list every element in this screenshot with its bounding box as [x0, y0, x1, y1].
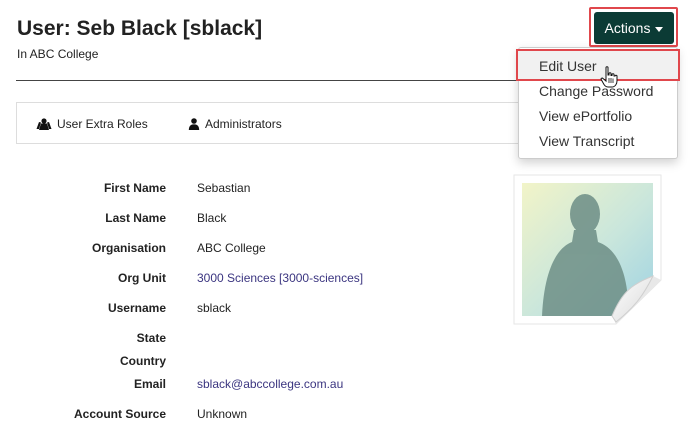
- profile-photo: [513, 174, 662, 325]
- field-label: Org Unit: [118, 271, 166, 285]
- user-extra-roles-icon: [36, 118, 52, 130]
- caret-down-icon: [655, 26, 664, 32]
- tab-label: Administrators: [205, 117, 282, 131]
- field-label: Last Name: [105, 211, 166, 225]
- related-links-panel: User Extra Roles Administrators: [16, 102, 524, 144]
- tab-administrators[interactable]: Administrators: [188, 117, 282, 131]
- field-label: Organisation: [91, 241, 166, 255]
- page-title: User: Seb Black [sblack]: [17, 17, 263, 40]
- field-label: First Name: [103, 181, 166, 195]
- username-value: sblack: [197, 301, 232, 315]
- org-unit-link[interactable]: 3000 Sciences [3000-sciences]: [197, 271, 363, 285]
- tab-label: User Extra Roles: [57, 117, 148, 131]
- menu-item-view-transcript[interactable]: View Transcript: [539, 133, 634, 149]
- field-label: Country: [120, 354, 166, 368]
- actions-button-label: Actions: [604, 20, 651, 36]
- title-divider: [16, 80, 524, 81]
- email-link[interactable]: sblack@abccollege.com.au: [197, 377, 343, 391]
- first-name-value: Sebastian: [197, 181, 251, 195]
- field-label: State: [136, 331, 166, 345]
- field-label: Email: [133, 377, 166, 391]
- user-icon: [188, 118, 200, 130]
- account-source-value: Unknown: [197, 407, 248, 421]
- menu-item-change-password[interactable]: Change Password: [539, 83, 653, 99]
- field-label: Username: [107, 301, 166, 315]
- page-subtitle: In ABC College: [17, 47, 99, 61]
- field-label: Account Source: [73, 407, 166, 421]
- menu-item-view-eportfolio[interactable]: View ePortfolio: [539, 108, 632, 124]
- actions-button[interactable]: Actions: [594, 12, 674, 44]
- menu-item-edit-user[interactable]: Edit User: [539, 58, 597, 74]
- hand-cursor-icon: [600, 66, 618, 88]
- organisation-value: ABC College: [197, 241, 266, 255]
- last-name-value: Black: [197, 211, 227, 225]
- tab-user-extra-roles[interactable]: User Extra Roles: [36, 117, 148, 131]
